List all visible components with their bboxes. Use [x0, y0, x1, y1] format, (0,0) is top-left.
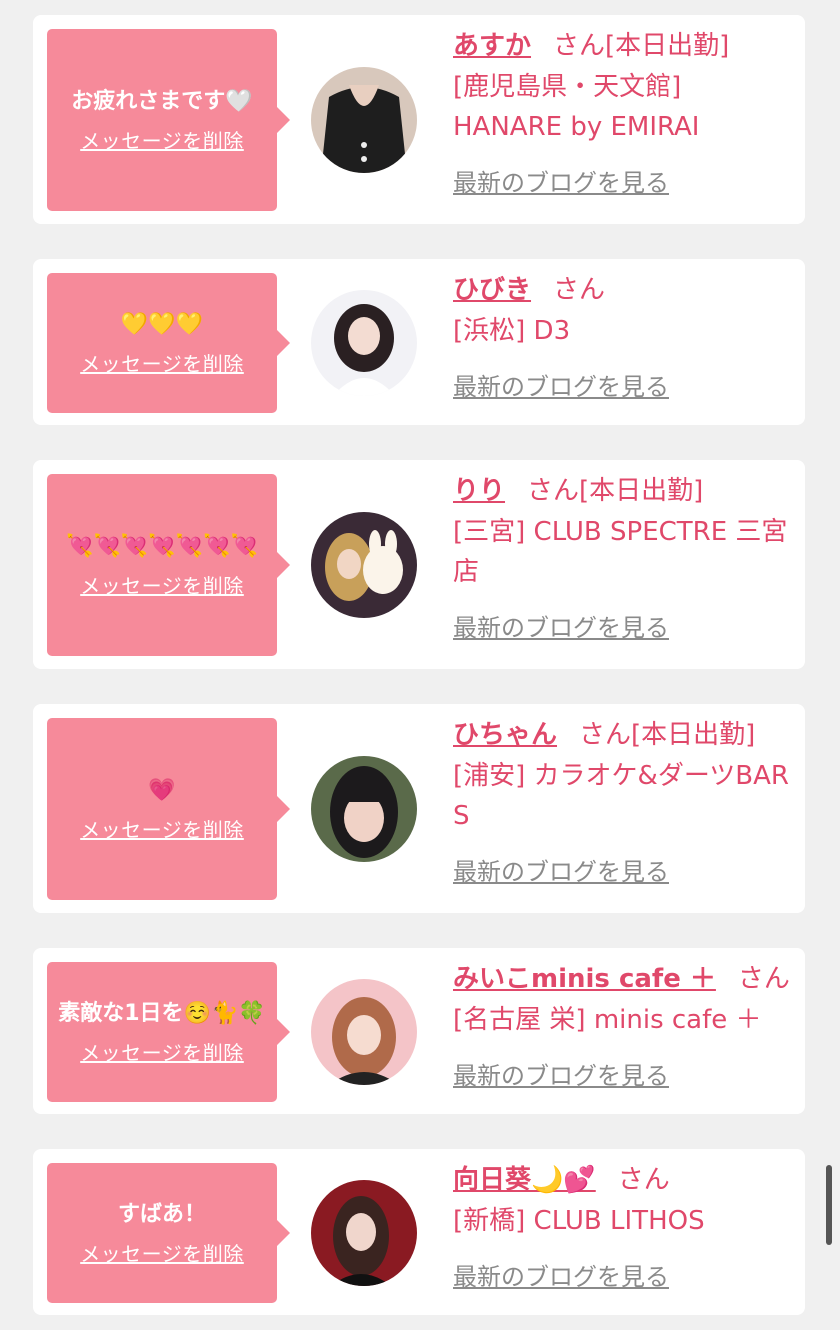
honorific: さん	[553, 31, 606, 61]
list-item: すばあ！ メッセージを削除 向日葵🌙💕 さん [新橋] CLUB LITHOS 最…	[33, 1149, 805, 1315]
message-text: お疲れさまです🤍	[71, 88, 253, 114]
cast-name-link[interactable]: あすか	[453, 31, 531, 61]
shop-name: [名古屋 栄] minis cafe ＋	[453, 1005, 762, 1035]
message-text: すばあ！	[117, 1201, 206, 1227]
cast-name-link[interactable]: 向日葵🌙💕	[453, 1165, 596, 1195]
message-text: 💘💘💘💘💘💘💘	[66, 533, 258, 559]
message-bubble: 💛💛💛 メッセージを削除	[47, 273, 290, 413]
delete-message-link[interactable]: メッセージを削除	[80, 125, 244, 154]
honorific: さん	[579, 720, 632, 750]
delete-message-link[interactable]: メッセージを削除	[80, 1037, 244, 1066]
status-badge: [本日出勤]	[605, 31, 730, 61]
message-bubble: すばあ！ メッセージを削除	[47, 1163, 290, 1303]
status-badge: [本日出勤]	[631, 720, 756, 750]
cast-name-link[interactable]: みいこminis cafe ＋	[453, 964, 716, 994]
shop-name: [鹿児島県・天文館] HANARE by EMIRAI	[453, 72, 700, 142]
scrollbar[interactable]	[826, 1165, 832, 1245]
cast-name-link[interactable]: ひちゃん	[453, 720, 557, 750]
list-item: 素敵な1日を☺️🐈🍀 メッセージを削除 みいこminis cafe ＋ さん [名…	[33, 948, 805, 1114]
list-item: 💘💘💘💘💘💘💘 メッセージを削除 りり さん[本日出勤] [三宮] CLUB SP…	[33, 460, 805, 669]
honorific: さん	[737, 964, 790, 994]
delete-message-link[interactable]: メッセージを削除	[80, 570, 244, 599]
message-bubble: 💗 メッセージを削除	[47, 718, 290, 900]
honorific: さん	[527, 476, 580, 506]
delete-message-link[interactable]: メッセージを削除	[80, 814, 244, 843]
cast-name-link[interactable]: ひびき	[453, 275, 531, 305]
avatar[interactable]	[311, 756, 417, 862]
shop-name: [新橋] CLUB LITHOS	[453, 1206, 705, 1236]
avatar[interactable]	[311, 512, 417, 618]
status-badge: [本日出勤]	[579, 476, 704, 506]
message-text: 💗	[148, 777, 176, 803]
honorific: さん	[553, 275, 606, 305]
list-item: 💗 メッセージを削除 ひちゃん さん[本日出勤] [浦安] カラオケ&ダーツBAR…	[33, 704, 805, 913]
latest-blog-link[interactable]: 最新のブログを見る	[453, 1257, 669, 1292]
honorific: さん	[617, 1165, 670, 1195]
latest-blog-link[interactable]: 最新のブログを見る	[453, 367, 669, 402]
list-item: お疲れさまです🤍 メッセージを削除 あすか さん[本日出勤] [鹿児島県・天文館]…	[33, 15, 805, 224]
avatar[interactable]	[311, 290, 417, 396]
avatar[interactable]	[311, 67, 417, 173]
latest-blog-link[interactable]: 最新のブログを見る	[453, 608, 669, 643]
list-item: 💛💛💛 メッセージを削除 ひびき さん [浜松] D3 最新のブログを見る	[33, 259, 805, 425]
delete-message-link[interactable]: メッセージを削除	[80, 1238, 244, 1267]
message-bubble: 💘💘💘💘💘💘💘 メッセージを削除	[47, 474, 290, 656]
message-text: 素敵な1日を☺️🐈🍀	[58, 1000, 266, 1026]
delete-message-link[interactable]: メッセージを削除	[80, 348, 244, 377]
message-bubble: 素敵な1日を☺️🐈🍀 メッセージを削除	[47, 962, 290, 1102]
shop-name: [浜松] D3	[453, 316, 571, 346]
avatar[interactable]	[311, 979, 417, 1085]
shop-name: [三宮] CLUB SPECTRE 三宮店	[453, 517, 788, 587]
latest-blog-link[interactable]: 最新のブログを見る	[453, 1056, 669, 1091]
message-bubble: お疲れさまです🤍 メッセージを削除	[47, 29, 290, 211]
message-text: 💛💛💛	[120, 311, 204, 337]
shop-name: [浦安] カラオケ&ダーツBAR S	[453, 761, 789, 831]
latest-blog-link[interactable]: 最新のブログを見る	[453, 852, 669, 887]
latest-blog-link[interactable]: 最新のブログを見る	[453, 163, 669, 198]
avatar[interactable]	[311, 1180, 417, 1286]
cast-name-link[interactable]: りり	[453, 476, 505, 506]
